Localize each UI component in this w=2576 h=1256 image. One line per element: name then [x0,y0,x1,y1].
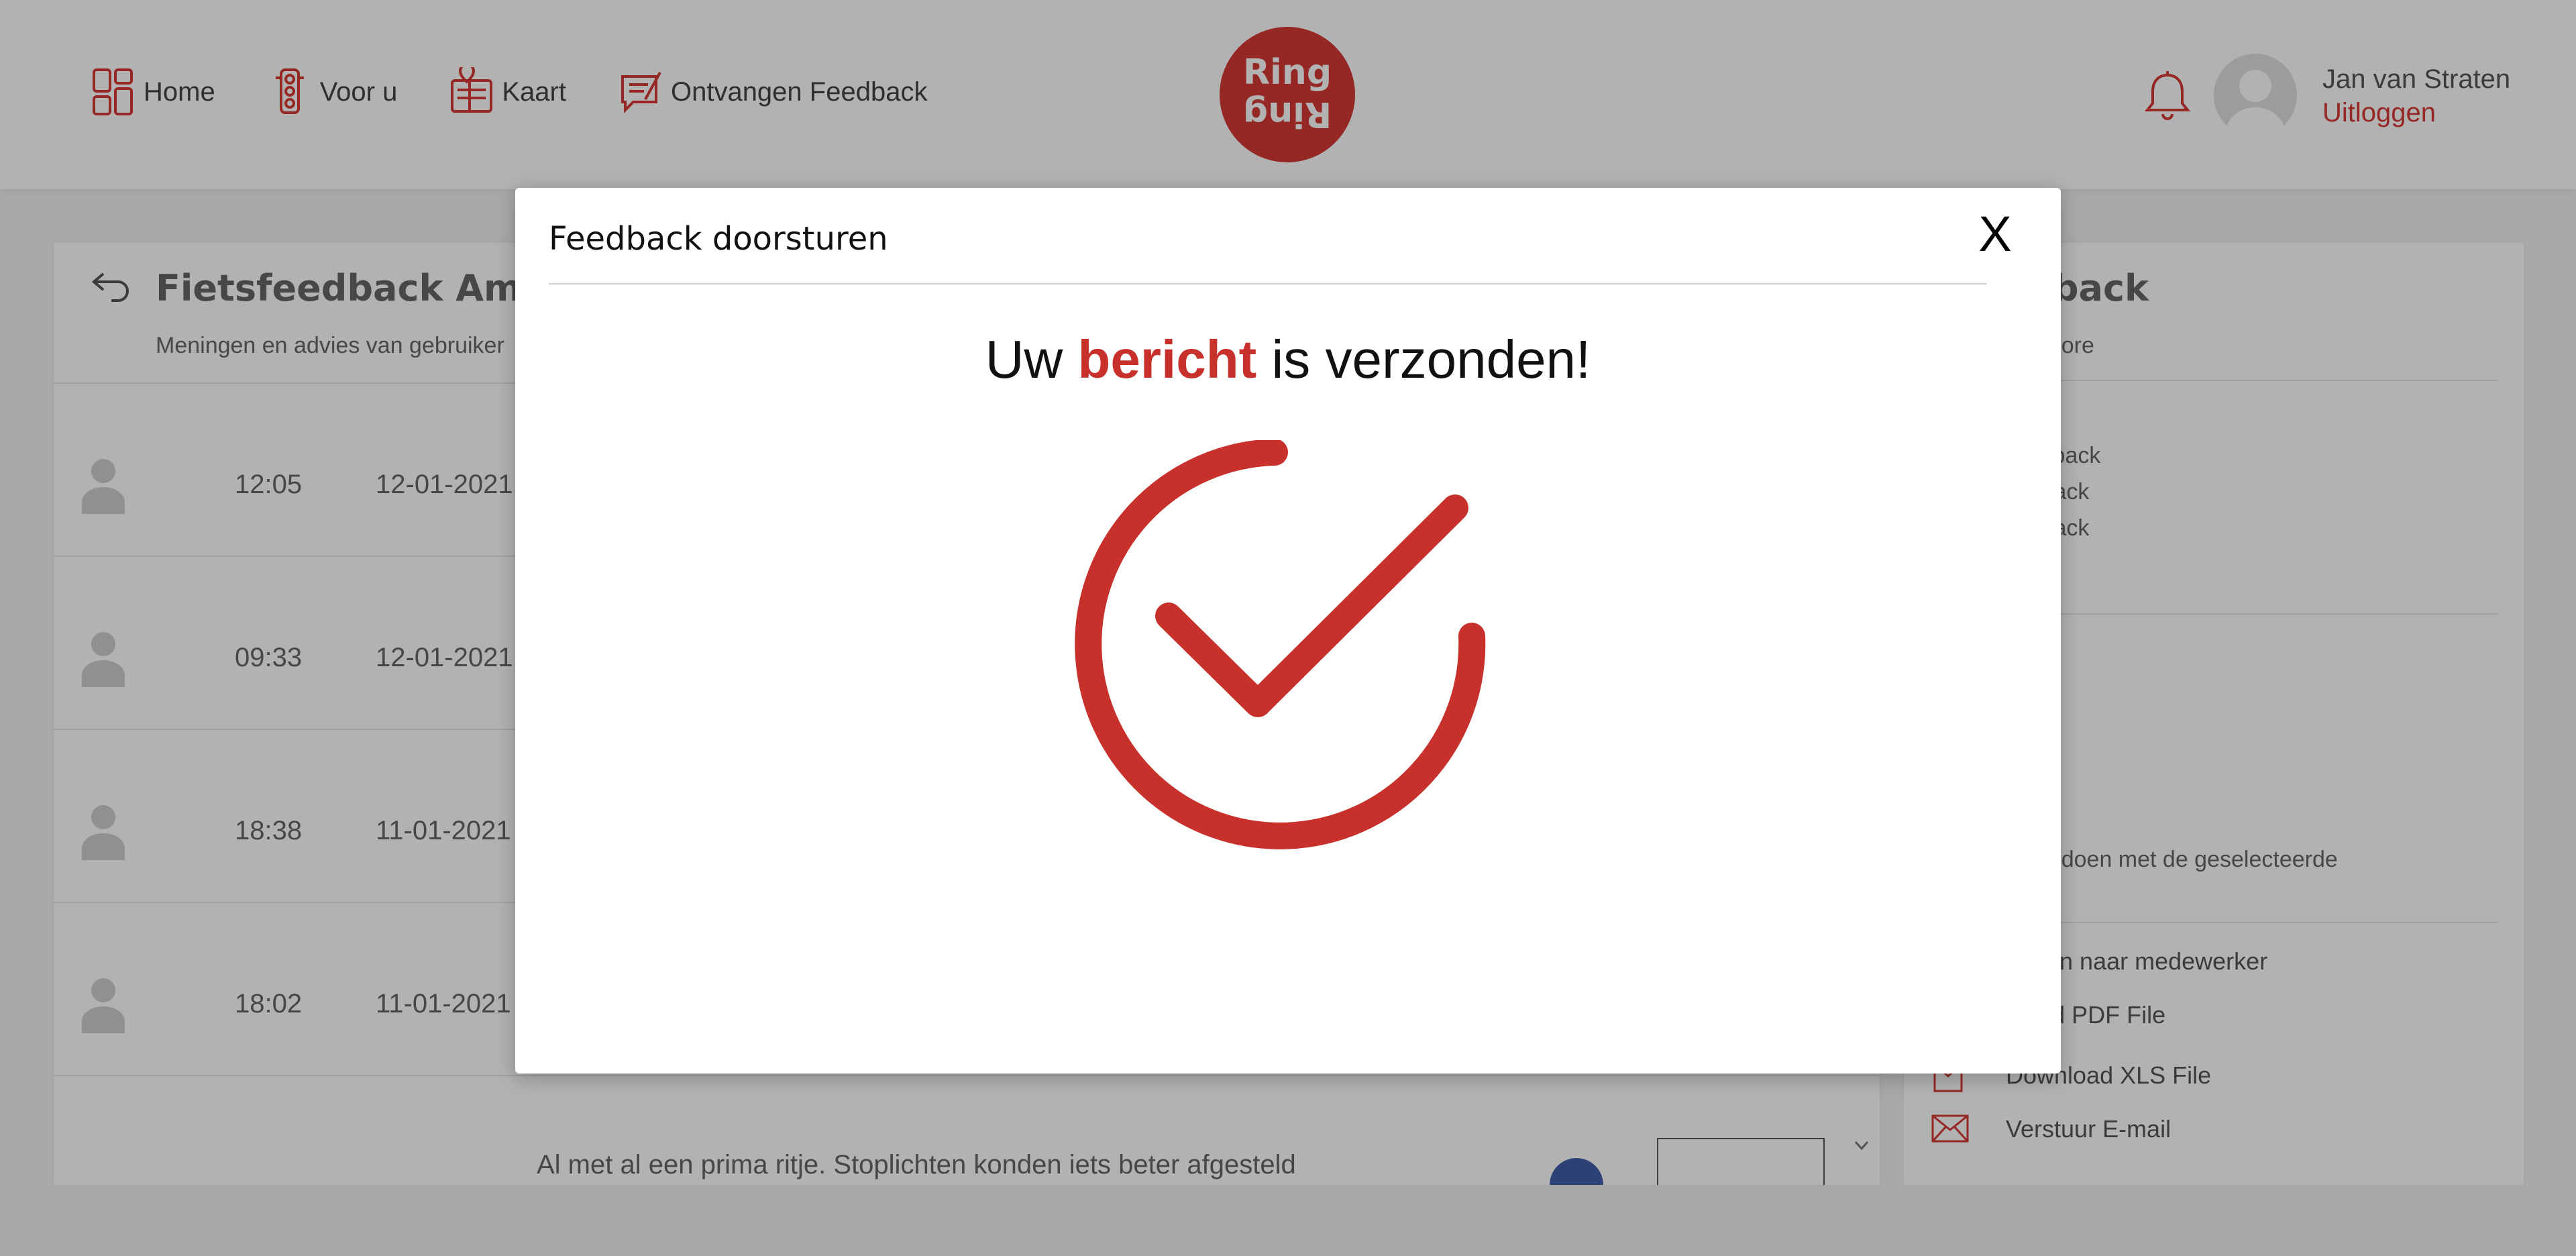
forward-feedback-dialog: Feedback doorsturen X Uw bericht is verz… [515,188,2061,1074]
message-pre: Uw [985,329,1063,389]
dialog-title: Feedback doorsturen [549,220,888,258]
message-post: is verzonden! [1271,329,1591,389]
close-button[interactable]: X [1962,204,2029,264]
dialog-divider [549,283,1987,284]
message-highlight: bericht [1077,329,1257,389]
check-circle-icon [1075,440,1486,849]
success-message: Uw bericht is verzonden! [515,329,2061,390]
